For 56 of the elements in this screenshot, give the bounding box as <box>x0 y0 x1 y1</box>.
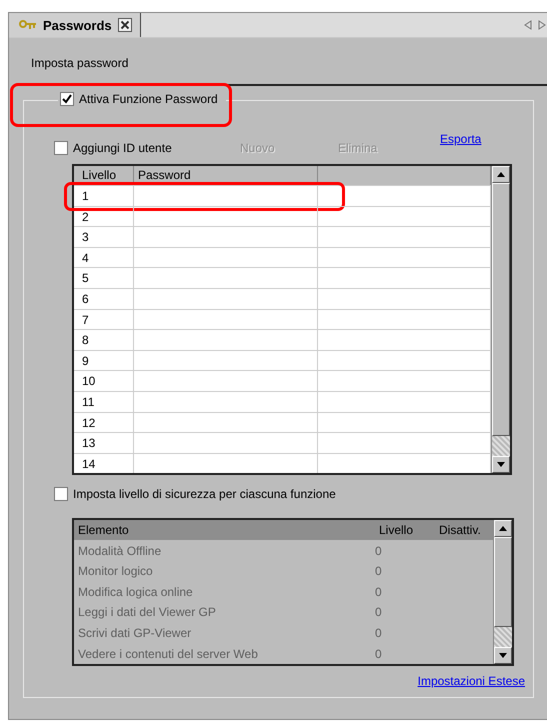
table-cell: 6 <box>74 288 134 309</box>
scrollbar[interactable] <box>491 166 510 474</box>
export-link[interactable]: Esporta <box>440 132 482 146</box>
table-cell-text: Modalità Offline <box>77 544 162 558</box>
table-cell: 10 <box>74 371 134 391</box>
table-cell: 5 <box>74 268 134 288</box>
tab-label: Passwords <box>43 18 112 32</box>
table-cell: 8 <box>74 330 134 350</box>
passwords-tab[interactable]: Passwords <box>9 13 141 37</box>
scroll-thumb[interactable] <box>494 537 512 627</box>
enable-password-checkbox[interactable]: Attiva Funzione Password <box>58 92 226 106</box>
scroll-left-icon[interactable] <box>524 20 532 30</box>
up-arrow-icon <box>499 526 507 532</box>
table-cell-text: 0 <box>375 626 383 640</box>
up-arrow-icon <box>497 172 505 177</box>
checkbox[interactable] <box>54 141 68 155</box>
table-cell: 12 <box>74 412 134 432</box>
table-cell-text: 0 <box>375 584 383 599</box>
table-cell-text: 0 <box>375 544 383 558</box>
table-cell: 11 <box>74 392 134 412</box>
table-cell: 7 <box>74 310 134 330</box>
table-cell-text: Modifica logica online <box>77 584 194 599</box>
down-arrow-icon <box>497 462 505 468</box>
key-icon <box>19 20 37 30</box>
table-cell-text: Leggi i dati del Viewer GP <box>77 605 217 620</box>
checkbox-label: Aggiungi ID utente <box>73 141 172 155</box>
table-cell: 13 <box>74 433 134 453</box>
table-cell-text: Scrivi dati GP-Viewer <box>77 626 192 640</box>
scroll-up-button[interactable] <box>492 166 510 183</box>
table-cell: 14 <box>74 454 134 474</box>
table-cell-text: 0 <box>375 564 383 578</box>
checkbox-label: Attiva Funzione Password <box>79 92 218 106</box>
table-cell: 2 <box>74 206 134 226</box>
scroll-up-button[interactable] <box>494 520 512 538</box>
extended-settings-link[interactable]: Impostazioni Estese <box>418 674 525 688</box>
table-cell: 1 <box>74 186 134 206</box>
scroll-thumb[interactable] <box>492 183 510 436</box>
section-title: Imposta password <box>30 55 130 72</box>
table-cell: 9 <box>74 350 134 370</box>
table-cell-text: 0 <box>375 605 383 620</box>
table-cell-text: 0 <box>375 646 383 661</box>
checkbox[interactable] <box>60 92 74 106</box>
close-icon[interactable] <box>118 18 132 32</box>
table-cell: 4 <box>74 248 134 268</box>
scroll-down-button[interactable] <box>494 646 512 664</box>
scroll-right-icon[interactable] <box>538 20 546 30</box>
table-cell-text: Vedere i contenuti del server Web <box>77 646 259 661</box>
scroll-down-button[interactable] <box>492 456 510 474</box>
checkbox[interactable] <box>54 487 68 502</box>
down-arrow-icon <box>499 652 507 658</box>
table-cell-text: Monitor logico <box>77 564 154 578</box>
table-cell: 3 <box>74 227 134 247</box>
column-header[interactable]: Livello <box>74 166 134 185</box>
checkbox-label: Imposta livello di sicurezza per ciascuna funzione <box>73 487 336 502</box>
scrollbar[interactable] <box>493 520 512 664</box>
column-header[interactable]: Password <box>134 166 318 185</box>
